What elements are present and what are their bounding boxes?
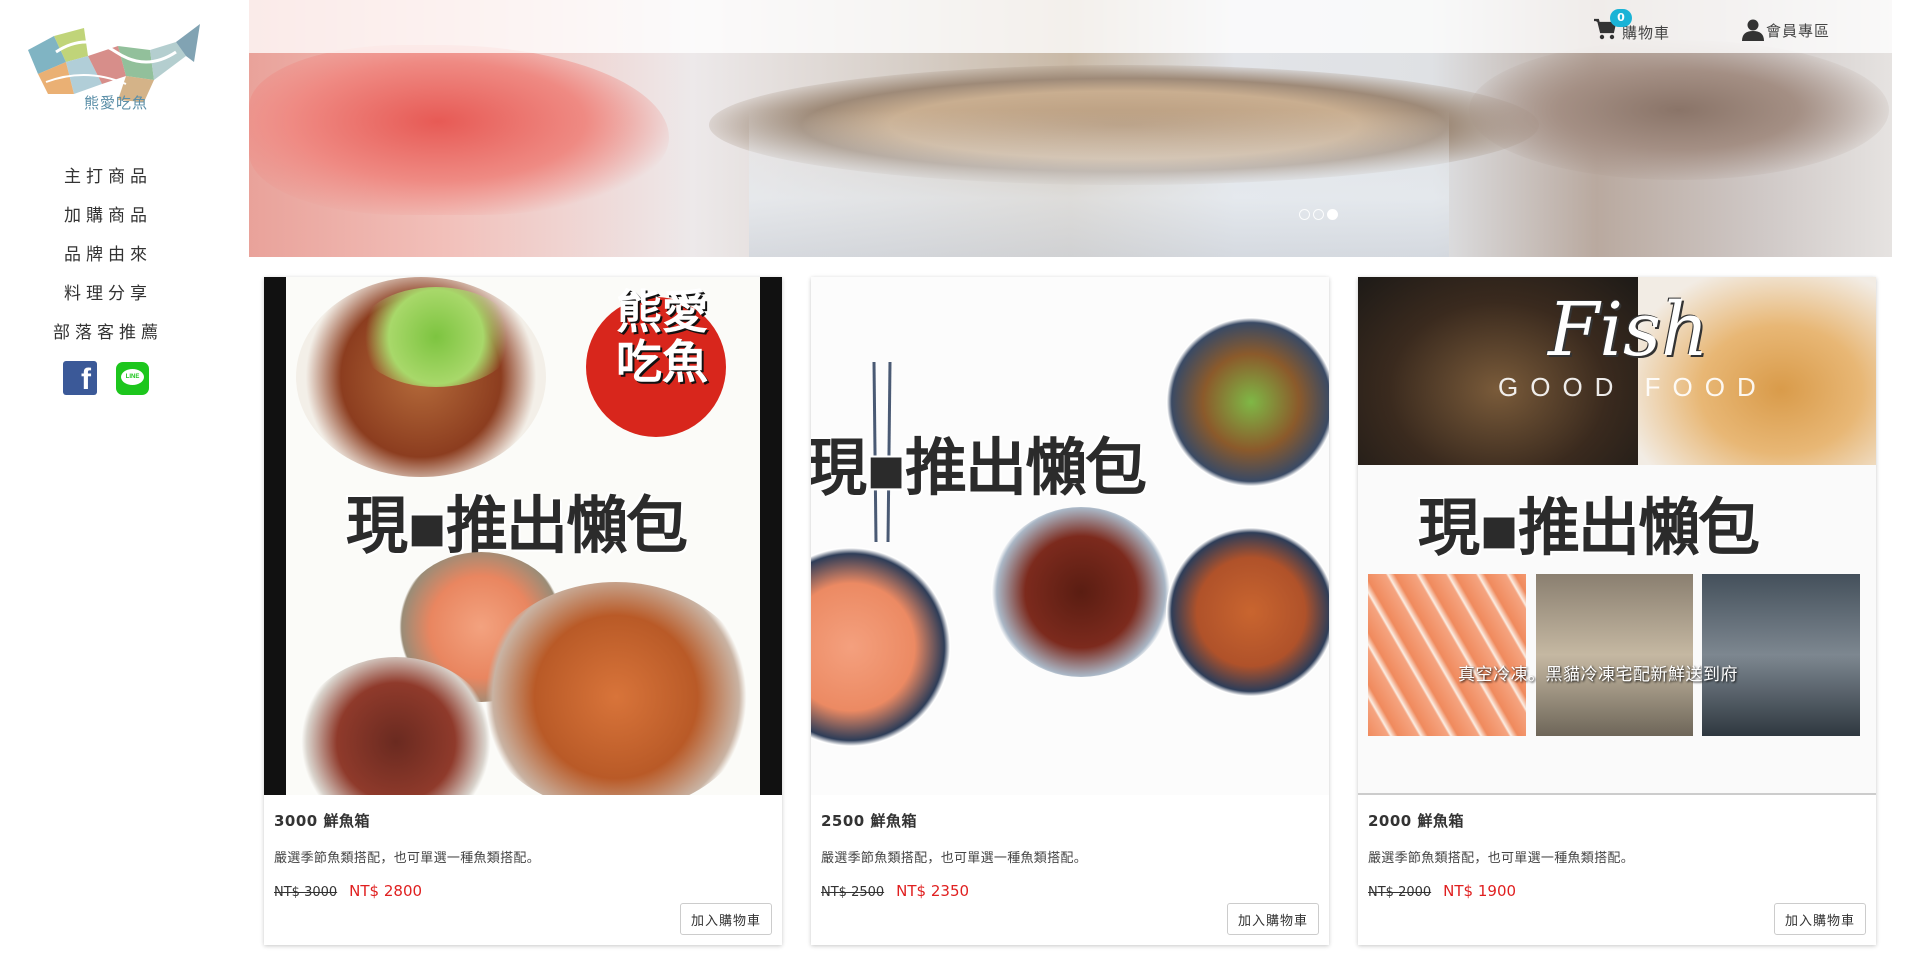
cart-count-badge: 0 [1610,9,1632,27]
product-image[interactable]: 熊愛吃魚 現▪推出懶包 [264,277,782,795]
nav-item-recipes[interactable]: 料理分享 [0,275,216,314]
banner-fish-image-2 [1469,40,1889,180]
line-icon[interactable]: LINE [116,362,149,395]
sidebar: 熊愛吃魚 主打商品 加購商品 品牌由來 料理分享 部落客推薦 f LINE [0,0,216,957]
seal-text: 熊愛吃魚 [616,285,708,389]
carousel-dot[interactable] [1327,209,1338,220]
product-image-headline: 現▪推出懶包 [811,431,1147,504]
product-title[interactable]: 2000 鮮魚箱 [1368,810,1866,831]
cart-label: 購物車 [1622,24,1671,42]
nav-item-featured[interactable]: 主打商品 [0,158,216,197]
product-description: 嚴選季節魚類搭配，也可單選一種魚類搭配。 [274,851,541,866]
product-image[interactable]: Fish GOOD FOOD 現▪推出懶包 真空冷凍。黑貓冷凍宅配新鮮送到府 [1358,277,1876,795]
facebook-glyph: f [81,363,91,396]
image-caption: 真空冷凍。黑貓冷凍宅配新鮮送到府 [1458,665,1738,685]
product-card: 熊愛吃魚 現▪推出懶包 3000 鮮魚箱 嚴選季節魚類搭配，也可單選一種魚類搭配… [264,277,782,945]
product-description: 嚴選季節魚類搭配，也可單選一種魚類搭配。 [1368,851,1635,866]
sale-price: NT$ 2800 [349,882,423,900]
social-links: f LINE [63,361,149,395]
carousel-dot[interactable] [1299,209,1310,220]
product-image[interactable]: 現▪推出懶包 [811,277,1329,795]
carousel-indicators [1299,209,1338,220]
sale-price: NT$ 2350 [896,882,970,900]
image-good-food-text: GOOD FOOD [1498,372,1768,402]
image-fish-text: Fish [1548,287,1709,373]
member-link[interactable]: 會員專區 [1742,19,1830,41]
add-to-cart-button[interactable]: 加入購物車 [1773,903,1866,935]
product-description: 嚴選季節魚類搭配，也可單選一種魚類搭配。 [821,851,1088,866]
nav-item-addon[interactable]: 加購商品 [0,197,216,236]
banner-salmon-image [249,45,669,215]
sale-price: NT$ 1900 [1443,882,1517,900]
banner-wrap-overlay [749,110,1449,257]
product-card: Fish GOOD FOOD 現▪推出懶包 真空冷凍。黑貓冷凍宅配新鮮送到府 2… [1358,277,1876,945]
add-to-cart-button[interactable]: 加入購物車 [679,903,772,935]
product-title[interactable]: 3000 鮮魚箱 [274,810,772,831]
product-card: 現▪推出懶包 2500 鮮魚箱 嚴選季節魚類搭配，也可單選一種魚類搭配。 NT$… [811,277,1329,945]
nav-item-blogger[interactable]: 部落客推薦 [0,314,216,353]
nav-item-brand-story[interactable]: 品牌由來 [0,236,216,275]
carousel-dot[interactable] [1313,209,1324,220]
member-label: 會員專區 [1766,22,1831,40]
original-price: NT$ 2500 [821,885,885,900]
main-nav: 主打商品 加購商品 品牌由來 料理分享 部落客推薦 [0,158,216,353]
original-price: NT$ 3000 [274,885,338,900]
facebook-icon[interactable]: f [63,361,97,395]
line-glyph: LINE [121,369,144,385]
product-title[interactable]: 2500 鮮魚箱 [821,810,1319,831]
cart-icon: 0 [1594,9,1632,43]
brand-logo-text: 熊愛吃魚 [84,94,149,112]
product-image-headline: 現▪推出懶包 [1418,491,1760,564]
add-to-cart-button[interactable]: 加入購物車 [1226,903,1319,935]
cart-link[interactable]: 0 購物車 [1594,9,1671,43]
user-icon [1742,19,1764,41]
product-image-headline: 現▪推出懶包 [346,489,688,562]
original-price: NT$ 2000 [1368,885,1432,900]
